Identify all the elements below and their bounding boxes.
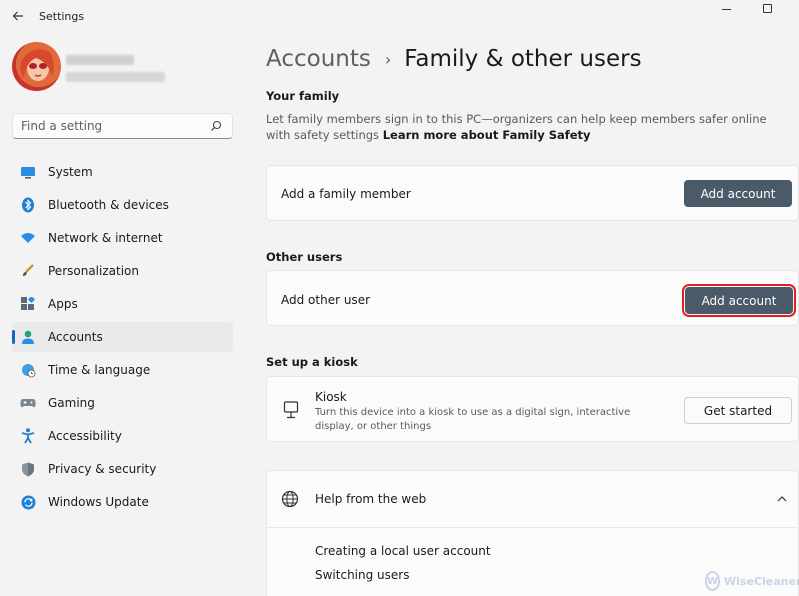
sidebar-item-accounts[interactable]: Accounts <box>12 322 233 352</box>
other-users-heading: Other users <box>266 250 343 264</box>
sidebar-nav: System Bluetooth & devices Network & int… <box>12 157 233 520</box>
watermark-logo: W WiseCleaner <box>705 569 799 593</box>
back-button[interactable] <box>8 6 28 26</box>
watermark-icon: W <box>705 571 721 591</box>
sidebar-item-gaming[interactable]: Gaming <box>12 388 233 418</box>
sidebar-item-label: Time & language <box>48 363 151 377</box>
monitor-icon <box>20 164 36 180</box>
search-box[interactable] <box>12 113 233 139</box>
maximize-button[interactable] <box>763 4 772 13</box>
sidebar-item-label: Apps <box>48 297 78 311</box>
add-other-user-account-button[interactable]: Add account <box>682 284 796 317</box>
globe-icon <box>281 490 299 508</box>
sidebar-item-label: Bluetooth & devices <box>48 198 169 212</box>
bluetooth-icon <box>20 197 36 213</box>
kiosk-icon <box>283 401 299 419</box>
chevron-up-icon[interactable] <box>776 493 788 505</box>
window-title: Settings <box>39 10 85 23</box>
search-icon[interactable] <box>210 120 222 132</box>
profile-email-redacted <box>66 72 165 82</box>
kiosk-heading: Set up a kiosk <box>266 355 358 369</box>
sidebar-item-apps[interactable]: Apps <box>12 289 233 319</box>
add-family-member-card: Add a family member Add account <box>266 165 799 221</box>
sidebar-item-accessibility[interactable]: Accessibility <box>12 421 233 451</box>
sidebar-item-time-language[interactable]: Time & language <box>12 355 233 385</box>
your-family-heading: Your family <box>266 89 340 103</box>
arrow-left-icon <box>12 11 23 21</box>
sidebar-item-label: Accounts <box>48 330 103 344</box>
sidebar-item-label: Accessibility <box>48 429 122 443</box>
help-link-local-account[interactable]: Creating a local user account <box>315 544 491 558</box>
apps-icon <box>20 296 36 312</box>
get-started-button[interactable]: Get started <box>684 397 792 424</box>
sidebar-item-bluetooth[interactable]: Bluetooth & devices <box>12 190 233 220</box>
sidebar-item-privacy-security[interactable]: Privacy & security <box>12 454 233 484</box>
shield-icon <box>20 461 36 477</box>
minimize-button[interactable] <box>720 1 734 15</box>
card-label: Add other user <box>281 293 371 307</box>
sidebar-item-network[interactable]: Network & internet <box>12 223 233 253</box>
family-safety-link[interactable]: Learn more about Family Safety <box>383 128 591 142</box>
breadcrumb-parent[interactable]: Accounts <box>266 46 371 72</box>
avatar[interactable] <box>12 42 61 91</box>
divider <box>267 527 798 528</box>
kiosk-description: Turn this device into a kiosk to use as … <box>315 407 631 432</box>
update-icon <box>20 494 36 510</box>
brush-icon <box>20 263 36 279</box>
profile-name-redacted <box>66 55 134 65</box>
sidebar-item-label: Network & internet <box>48 231 163 245</box>
sidebar-item-label: System <box>48 165 93 179</box>
search-input[interactable] <box>21 118 206 134</box>
sidebar-item-label: Privacy & security <box>48 462 157 476</box>
sidebar-item-label: Personalization <box>48 264 139 278</box>
globe-clock-icon <box>20 362 36 378</box>
your-family-description: Let family members sign in to this PC—or… <box>266 111 786 143</box>
help-link-switching-users[interactable]: Switching users <box>315 568 409 582</box>
wifi-icon <box>20 230 36 246</box>
sidebar-item-system[interactable]: System <box>12 157 233 187</box>
chevron-right-icon: › <box>384 49 392 69</box>
kiosk-card: Kiosk Turn this device into a kiosk to u… <box>266 376 799 442</box>
avatar-image <box>20 49 54 81</box>
person-icon <box>20 329 36 345</box>
sidebar-item-personalization[interactable]: Personalization <box>12 256 233 286</box>
gamepad-icon <box>20 395 36 411</box>
title-bar: Settings <box>0 0 799 32</box>
sidebar-item-label: Windows Update <box>48 495 149 509</box>
accessibility-icon <box>20 428 36 444</box>
help-title[interactable]: Help from the web <box>315 492 426 506</box>
kiosk-title: Kiosk <box>315 390 347 404</box>
watermark-text: WiseCleaner <box>724 574 799 588</box>
card-label: Add a family member <box>281 187 411 201</box>
add-other-user-card: Add other user Add account <box>266 270 799 326</box>
add-family-account-button[interactable]: Add account <box>684 180 792 207</box>
sidebar-item-windows-update[interactable]: Windows Update <box>12 487 233 517</box>
breadcrumb: Accounts › Family & other users <box>266 44 642 74</box>
page-title: Family & other users <box>404 46 642 72</box>
sidebar-item-label: Gaming <box>48 396 95 410</box>
